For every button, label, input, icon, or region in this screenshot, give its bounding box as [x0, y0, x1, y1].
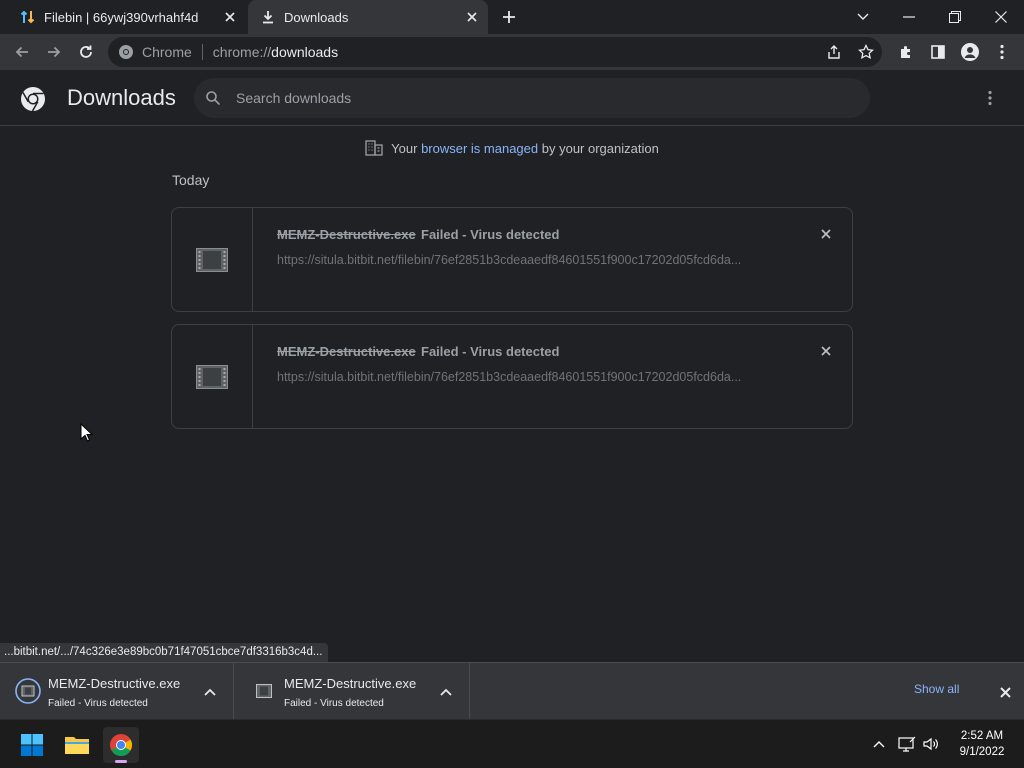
- extensions-puzzle-icon[interactable]: [892, 38, 920, 66]
- remove-download-icon[interactable]: [816, 224, 836, 244]
- file-explorer-icon[interactable]: [59, 727, 95, 763]
- chrome-logo-icon: [118, 44, 134, 60]
- file-name[interactable]: MEMZ-Destructive.exe: [277, 227, 416, 242]
- chrome-taskbar-icon[interactable]: [103, 727, 139, 763]
- url-scheme: chrome://: [212, 44, 272, 60]
- managed-notice: Your browser is managed by your organiza…: [0, 140, 1024, 156]
- search-placeholder: Search downloads: [236, 90, 352, 106]
- managed-suffix: by your organization: [541, 140, 659, 156]
- tab-strip: Filebin | 66ywj390vrhahf4d Downloads: [0, 0, 1024, 34]
- omnibox-separator: [201, 44, 203, 60]
- profile-avatar-icon[interactable]: [956, 38, 984, 66]
- close-shelf-icon[interactable]: [994, 682, 1016, 702]
- source-url[interactable]: https://situla.bitbit.net/filebin/76ef28…: [277, 370, 777, 384]
- volume-icon[interactable]: [920, 732, 942, 756]
- shelf-file-status: Failed - Virus detected: [48, 698, 148, 709]
- show-hidden-icons-chevron-icon[interactable]: [870, 732, 888, 756]
- more-actions-icon[interactable]: [978, 86, 1002, 110]
- back-arrow-icon[interactable]: [8, 38, 36, 66]
- new-tab-button[interactable]: [498, 6, 520, 28]
- close-window-icon[interactable]: [978, 0, 1024, 34]
- show-all-link[interactable]: Show all: [914, 682, 959, 696]
- executable-file-icon: [14, 677, 42, 705]
- executable-file-icon: [196, 364, 228, 389]
- executable-file-icon: [196, 247, 228, 272]
- managed-prefix: Your: [391, 140, 418, 156]
- remove-download-icon[interactable]: [816, 341, 836, 361]
- chrome-menu-icon[interactable]: [988, 38, 1016, 66]
- download-shelf: MEMZ-Destructive.exe Failed - Virus dete…: [0, 662, 1024, 720]
- download-card: MEMZ-Destructive.exe Failed - Virus dete…: [171, 324, 853, 429]
- download-status: Failed - Virus detected: [421, 227, 560, 242]
- url-host: downloads: [271, 44, 339, 60]
- tab-label: Filebin | 66ywj390vrhahf4d: [44, 9, 199, 25]
- address-bar[interactable]: Chrome chrome://downloads: [108, 37, 882, 67]
- download-icon: [260, 9, 276, 25]
- active-app-indicator: [115, 760, 127, 763]
- file-name[interactable]: MEMZ-Destructive.exe: [277, 344, 416, 359]
- tab-search-chevron-icon[interactable]: [840, 0, 886, 34]
- page-title: Downloads: [67, 85, 176, 110]
- chrome-logo-icon: [20, 86, 46, 112]
- executable-file-icon: [250, 677, 278, 705]
- start-windows-icon[interactable]: [14, 727, 50, 763]
- network-icon[interactable]: [896, 732, 918, 756]
- clock-date: 9/1/2022: [959, 746, 1005, 758]
- tab-label: Downloads: [284, 9, 349, 25]
- building-icon: [365, 140, 383, 156]
- site-label: Chrome: [142, 44, 192, 60]
- shelf-file-status: Failed - Virus detected: [284, 698, 384, 709]
- shelf-download-item[interactable]: MEMZ-Destructive.exe Failed - Virus dete…: [0, 663, 234, 720]
- bookmark-star-icon[interactable]: [852, 38, 880, 66]
- source-url[interactable]: https://situla.bitbit.net/filebin/76ef28…: [277, 253, 777, 267]
- browser-managed-link[interactable]: browser is managed: [421, 141, 538, 156]
- share-icon[interactable]: [820, 38, 848, 66]
- forward-arrow-icon[interactable]: [40, 38, 68, 66]
- downloads-header: Downloads Search downloads: [0, 70, 1024, 126]
- link-status-bubble: ...bitbit.net/.../74c326e3e89bc0b71f4705…: [0, 643, 329, 662]
- download-card: MEMZ-Destructive.exe Failed - Virus dete…: [171, 207, 853, 312]
- filebin-arrows-icon: [20, 9, 36, 25]
- search-downloads-input[interactable]: Search downloads: [194, 78, 870, 118]
- close-tab-icon[interactable]: [462, 7, 482, 27]
- file-icon-column: [172, 325, 253, 428]
- shelf-file-name: MEMZ-Destructive.exe: [48, 676, 181, 691]
- browser-toolbar: Chrome chrome://downloads: [0, 34, 1024, 70]
- close-tab-icon[interactable]: [220, 7, 240, 27]
- shelf-file-name: MEMZ-Destructive.exe: [284, 676, 417, 691]
- date-section-label: Today: [172, 172, 210, 188]
- download-status: Failed - Virus detected: [421, 344, 560, 359]
- desktop-screen: Filebin | 66ywj390vrhahf4d Downloads Chr…: [0, 0, 1024, 768]
- restore-icon[interactable]: [932, 0, 978, 34]
- taskbar-clock[interactable]: 2:52 AM 9/1/2022: [952, 728, 1012, 760]
- reload-icon[interactable]: [72, 38, 100, 66]
- file-icon-column: [172, 208, 253, 311]
- shelf-download-item[interactable]: MEMZ-Destructive.exe Failed - Virus dete…: [236, 663, 470, 720]
- tab-filebin[interactable]: Filebin | 66ywj390vrhahf4d: [8, 0, 246, 34]
- clock-time: 2:52 AM: [960, 730, 1004, 742]
- mouse-cursor-icon: [80, 423, 94, 442]
- chevron-up-icon[interactable]: [200, 683, 220, 701]
- tab-downloads[interactable]: Downloads: [248, 0, 488, 34]
- minimize-icon[interactable]: [886, 0, 932, 34]
- chevron-up-icon[interactable]: [436, 683, 456, 701]
- search-icon: [206, 91, 220, 105]
- side-panel-icon[interactable]: [924, 38, 952, 66]
- windows-taskbar: 2:52 AM 9/1/2022: [0, 719, 1024, 768]
